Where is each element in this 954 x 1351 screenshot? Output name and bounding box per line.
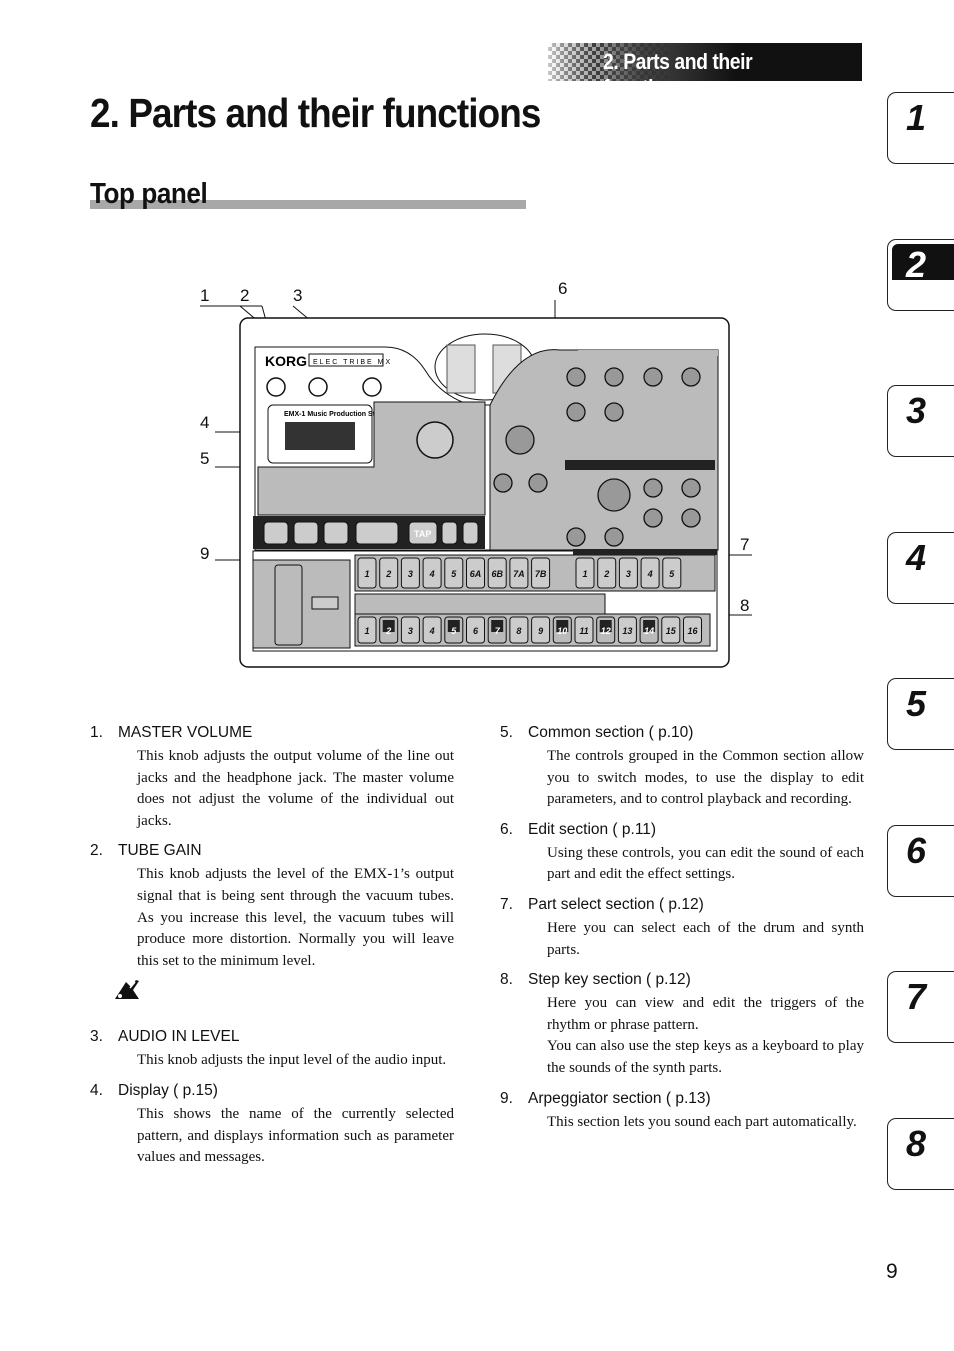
pad-label: 6A [470, 569, 482, 579]
item-body: Here you can view and edit the triggers … [547, 995, 864, 1033]
caution-icon [114, 978, 140, 1000]
model-logo: ELEC TRIBE MX [313, 359, 392, 366]
chapter-tab-label: 8 [906, 1122, 927, 1164]
item-body: This knob adjusts the output volume of t… [137, 748, 454, 829]
chapter-tab-label: 6 [906, 829, 927, 871]
pad-label: 3 [408, 569, 413, 579]
description-item: 6. Edit section ( p.11) Using these contro… [500, 821, 864, 886]
top-panel-diagram: EMX-1 Music Production Station TAP KORG … [200, 300, 752, 668]
value-dial[interactable] [416, 421, 454, 459]
pad-label: 3 [626, 569, 631, 579]
item-title: Display ( p.15) [118, 1081, 218, 1099]
item-body: The controls grouped in the Common secti… [547, 748, 864, 808]
chapter-tab-label: 7 [906, 976, 927, 1017]
item-title: Common section ( p.10) [528, 724, 694, 741]
chapter-tab-7[interactable]: 7 [887, 971, 954, 1043]
pad-label: 4 [429, 569, 435, 579]
description-item: 1. MASTER VOLUME This knob adjusts the out… [90, 724, 454, 832]
pad-label: 7B [535, 569, 547, 579]
pad-label: 14 [644, 626, 654, 636]
pad-label: 7A [513, 569, 525, 579]
item-number: 4. [90, 1081, 103, 1099]
item-number: 1. [90, 724, 103, 741]
pad-label: 16 [687, 626, 698, 636]
pad-label: 10 [557, 626, 567, 636]
audio-in-level-knob[interactable] [362, 377, 382, 397]
pad-label: 12 [601, 626, 611, 636]
item-body: Here you can select each of the drum and… [547, 919, 864, 958]
pad-label: 8 [516, 626, 521, 636]
chapter-tab-8[interactable]: 8 [887, 1117, 954, 1190]
pad-label: 4 [647, 569, 653, 579]
description-item: 4. Display ( p.15) This shows the name of … [90, 1082, 454, 1169]
item-title: MASTER VOLUME [118, 724, 253, 741]
pad-label: 1 [582, 569, 587, 579]
item-number: 7. [500, 895, 513, 913]
pad-label: 11 [579, 626, 588, 636]
pad-label: 9 [538, 626, 543, 636]
tube-gain-knob[interactable] [308, 377, 328, 397]
item-number: 3. [90, 1028, 103, 1046]
pad-label: 2 [385, 626, 391, 636]
arp-slider[interactable] [311, 596, 339, 610]
tap-label: TAP [414, 529, 431, 539]
item-body: This shows the name of the currently sel… [137, 1105, 454, 1166]
item-number: 5. [500, 724, 513, 741]
description-item: 5. Common section ( p.10) The controls gro… [500, 724, 864, 811]
item-title: Edit section ( p.11) [528, 820, 657, 838]
item-title: TUBE GAIN [118, 842, 202, 860]
description-item: 9. Arpeggiator section ( p.13) This sectio… [500, 1090, 864, 1134]
pad-label: 15 [666, 626, 677, 636]
item-number: 2. [90, 842, 103, 860]
left-column: 1. MASTER VOLUME This knob adjusts the out… [90, 724, 454, 1179]
record-button[interactable] [293, 521, 319, 545]
item-number: 8. [500, 971, 513, 989]
item-number: 9. [500, 1089, 513, 1107]
page-number: 9 [886, 1260, 898, 1283]
korg-logo: KORG [265, 353, 307, 369]
play-pause-button[interactable] [355, 521, 399, 545]
pad-label: 6B [491, 569, 503, 579]
item-number: 6. [500, 820, 513, 838]
item-body: This knob adjusts the input level of the… [137, 1052, 447, 1069]
rewind-button[interactable] [263, 521, 289, 545]
description-item: 3. AUDIO IN LEVEL This knob adjusts the in… [90, 1028, 454, 1072]
chapter-tab-6[interactable]: 6 [887, 824, 954, 897]
pad-label: 2 [385, 569, 391, 579]
item-body: Using these controls, you can edit the s… [547, 844, 864, 883]
pad-label: 3 [408, 626, 413, 636]
item-title: AUDIO IN LEVEL [118, 1028, 240, 1046]
right-column: 5. Common section ( p.10) The controls gro… [500, 724, 864, 1143]
pad-label: 4 [429, 626, 435, 636]
item-body: You can also use the step keys as a keyb… [547, 1038, 864, 1076]
item-title: Part select section ( p.12) [528, 895, 704, 913]
stop-button[interactable] [323, 521, 349, 545]
section-title: Top panel [90, 178, 208, 210]
pad-label: 1 [364, 569, 369, 579]
item-title: Arpeggiator section ( p.13) [528, 1089, 711, 1107]
pad-label: 1 [364, 626, 369, 636]
pad-label: 13 [622, 626, 632, 636]
item-title: Step key section ( p.12) [528, 971, 691, 989]
item-body: This knob adjusts the level of the EMX-1… [137, 866, 454, 969]
description-item: 2. TUBE GAIN This knob adjusts the level o… [90, 842, 454, 1000]
master-volume-knob[interactable] [266, 377, 286, 397]
description-item: 8. Step key section ( p.12) Here you can v… [500, 971, 864, 1079]
pad-label: 2 [603, 569, 609, 579]
description-item: 7. Part select section ( p.12) Here you ca… [500, 896, 864, 961]
item-body: This section lets you sound each part au… [547, 1113, 857, 1130]
